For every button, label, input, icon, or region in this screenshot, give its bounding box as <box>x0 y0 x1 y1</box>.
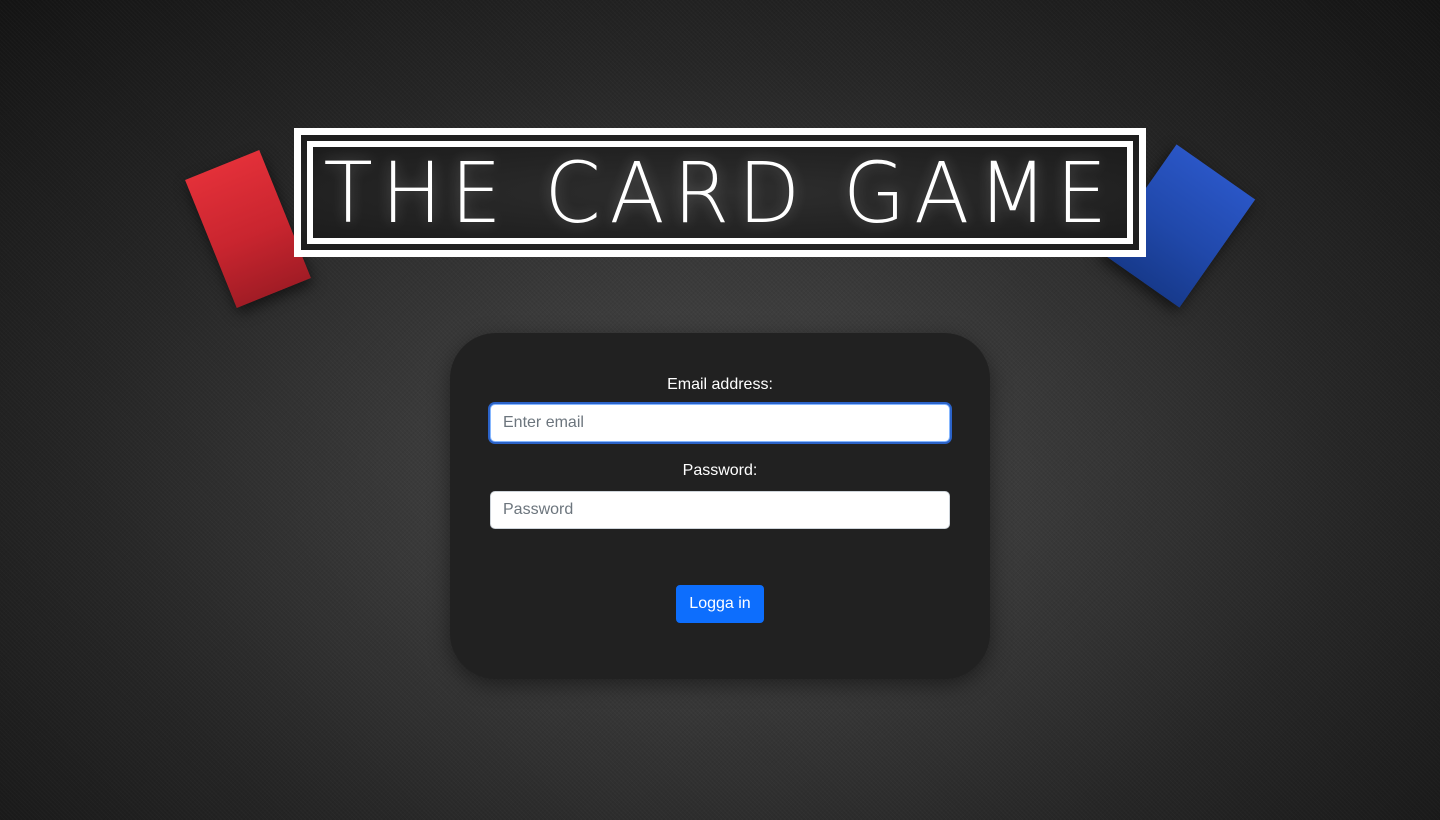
logo-title: THE CARD GAME <box>323 143 1117 242</box>
red-playing-card <box>185 150 311 308</box>
game-logo: THE CARD GAME <box>294 128 1146 257</box>
password-input[interactable] <box>490 491 950 529</box>
login-form: Email address: Password: Logga in <box>450 333 990 679</box>
login-button[interactable]: Logga in <box>676 585 764 623</box>
email-label: Email address: <box>667 376 773 393</box>
logo-inner-border: THE CARD GAME <box>307 141 1133 244</box>
password-label: Password: <box>682 462 758 479</box>
email-input[interactable] <box>490 404 950 442</box>
logo-frame-gap: THE CARD GAME <box>301 135 1139 250</box>
